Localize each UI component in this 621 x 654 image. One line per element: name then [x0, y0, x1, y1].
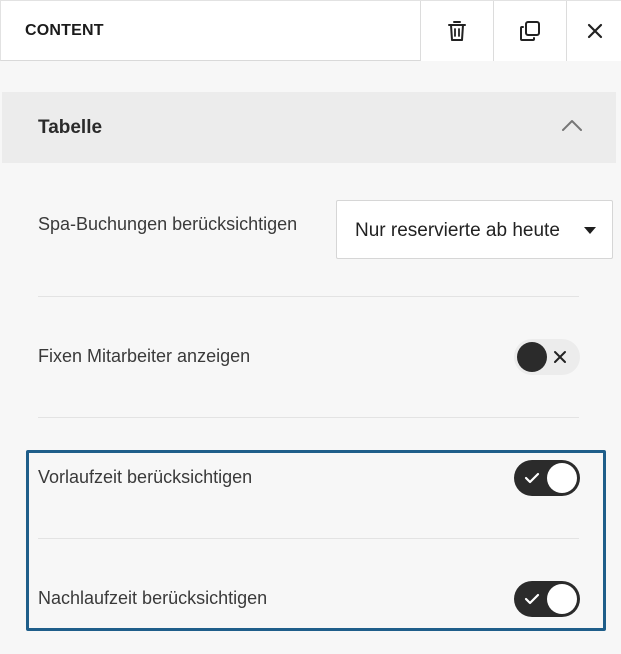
fixed-staff-label: Fixen Mitarbeiter anzeigen — [38, 346, 251, 366]
follow-time-toggle[interactable] — [514, 581, 580, 617]
divider — [38, 538, 579, 539]
divider — [38, 417, 579, 418]
toggle-knob — [517, 342, 547, 372]
toggle-knob — [547, 463, 577, 493]
panel-title: CONTENT — [25, 22, 104, 39]
toggle-knob — [547, 584, 577, 614]
trash-icon — [447, 20, 467, 42]
lead-time-toggle[interactable] — [514, 460, 580, 496]
caret-down-icon — [584, 227, 596, 234]
lead-time-label: Vorlaufzeit berücksichtigen — [38, 467, 253, 487]
check-icon — [524, 471, 540, 490]
follow-time-label: Nachlaufzeit berücksichtigen — [38, 588, 268, 608]
delete-button[interactable] — [420, 1, 493, 61]
chevron-up-icon — [561, 118, 583, 137]
copy-icon — [519, 20, 541, 42]
close-button[interactable] — [566, 1, 621, 61]
section-title: Tabelle — [38, 117, 103, 138]
fixed-staff-toggle[interactable] — [514, 339, 580, 375]
close-icon — [587, 23, 603, 39]
duplicate-button[interactable] — [493, 1, 566, 61]
divider — [38, 296, 579, 297]
x-icon — [553, 350, 567, 369]
spa-bookings-selected-value: Nur reservierte ab heute — [355, 220, 560, 241]
spa-bookings-label: Spa-Buchungen berücksichtigen — [38, 214, 298, 234]
spa-bookings-select[interactable]: Nur reservierte ab heute — [336, 200, 613, 259]
check-icon — [524, 592, 540, 611]
panel-header: CONTENT — [0, 0, 621, 61]
section-header-tabelle[interactable]: Tabelle — [2, 92, 616, 163]
